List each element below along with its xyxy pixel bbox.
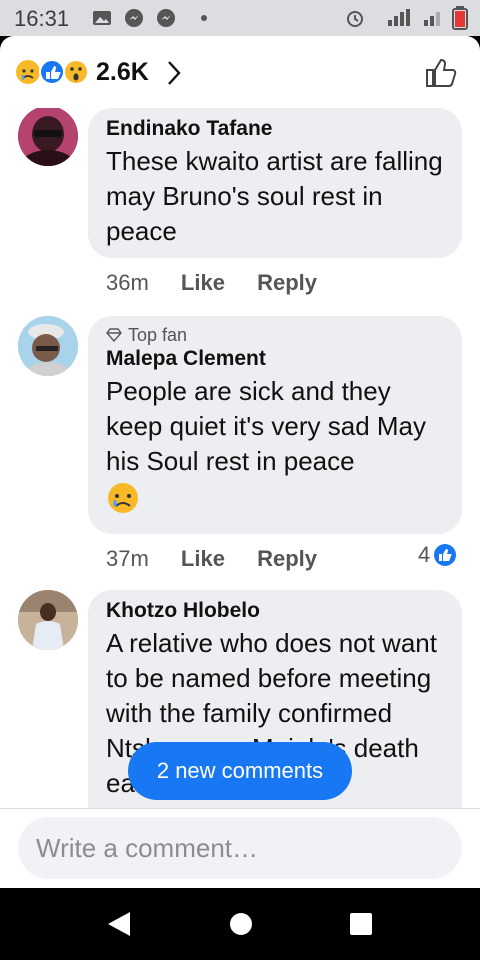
comment-text: People are sick and they keep quiet it's…	[106, 374, 444, 515]
top-fan-badge: Top fan	[106, 324, 444, 346]
comment-composer: Write a comment…	[0, 808, 480, 888]
avatar-image	[18, 590, 78, 650]
comment-actions: 37m Like Reply	[106, 546, 343, 572]
comment-text-content: People are sick and they keep quiet it's…	[106, 376, 426, 476]
status-time: 16:31	[14, 6, 70, 31]
comment-time: 37m	[106, 546, 149, 571]
diamond-icon	[106, 328, 122, 342]
comment-input[interactable]: Write a comment…	[18, 817, 462, 879]
battery-icon	[452, 6, 468, 30]
status-bar: 16:31	[0, 0, 480, 36]
notification-dot-icon	[201, 15, 207, 21]
like-reaction-icon	[434, 544, 457, 566]
reaction-count: 2.6K	[96, 58, 149, 86]
avatar-image	[18, 108, 78, 166]
comment-author[interactable]: Khotzo Hlobelo	[106, 598, 444, 624]
home-icon[interactable]	[228, 910, 254, 938]
comment-author[interactable]: Endinako Tafane	[106, 116, 444, 142]
navigation-bar	[0, 888, 480, 960]
alarm-icon	[347, 11, 363, 27]
signal-icon-2	[424, 12, 440, 26]
comment-bubble[interactable]: Endinako Tafane These kwaito artist are …	[88, 108, 462, 258]
back-icon[interactable]	[106, 910, 132, 938]
like-post-button[interactable]	[424, 56, 458, 90]
comment-time: 36m	[106, 270, 149, 295]
reply-button[interactable]: Reply	[257, 546, 317, 571]
signal-icon	[388, 9, 410, 26]
reply-button[interactable]: Reply	[257, 270, 317, 295]
avatar[interactable]	[18, 590, 78, 650]
wow-reaction-icon	[63, 59, 89, 85]
like-button[interactable]: Like	[181, 270, 225, 295]
avatar[interactable]	[18, 108, 78, 166]
like-button[interactable]: Like	[181, 546, 225, 571]
chevron-right-icon[interactable]	[166, 60, 182, 86]
messenger-icon-2	[157, 9, 175, 27]
new-comments-button[interactable]: 2 new comments	[128, 742, 352, 800]
avatar[interactable]	[18, 316, 78, 376]
comment-actions: 36m Like Reply	[106, 270, 343, 296]
comment-author[interactable]: Malepa Clement	[106, 346, 444, 372]
like-reaction-icon	[39, 59, 65, 85]
comment-like-count[interactable]: 4	[418, 542, 457, 568]
comment-text: These kwaito artist are falling may Brun…	[106, 146, 443, 246]
top-fan-label: Top fan	[128, 325, 188, 345]
reaction-icons	[16, 59, 89, 85]
comment-bubble[interactable]: Top fan Malepa Clement People are sick a…	[88, 316, 462, 534]
comments-sheet: 2.6K Endinako Tafane These kwaito artist…	[0, 36, 480, 888]
comment-list: Endinako Tafane These kwaito artist are …	[0, 108, 480, 808]
messenger-icon	[125, 9, 143, 27]
recents-icon[interactable]	[348, 910, 374, 938]
like-count-value: 4	[418, 542, 431, 567]
gallery-icon	[93, 11, 111, 25]
sad-emoji-icon	[108, 483, 138, 514]
sad-reaction-icon	[16, 60, 40, 84]
avatar-image	[18, 316, 78, 376]
reactions-bar[interactable]: 2.6K	[0, 36, 480, 108]
